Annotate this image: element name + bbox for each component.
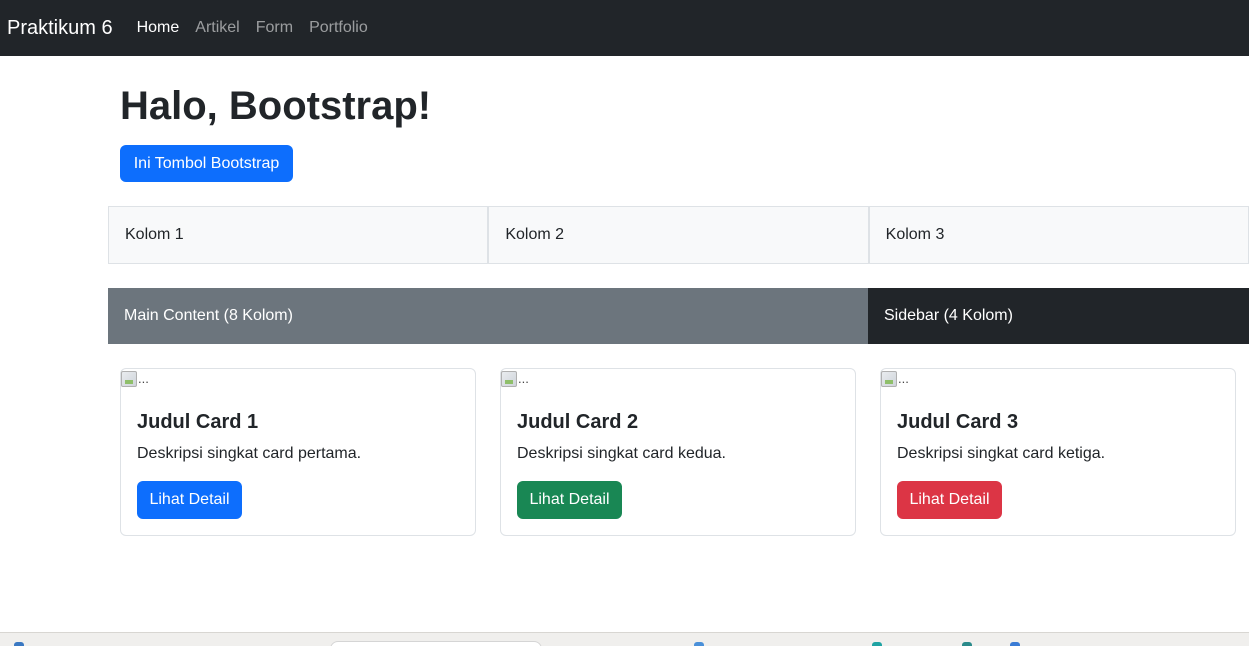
card-1: ... Judul Card 1 Deskripsi singkat card … <box>120 368 476 536</box>
card-text: Deskripsi singkat card pertama. <box>137 445 362 462</box>
column-1: Kolom 1 <box>108 206 489 264</box>
card-3: ... Judul Card 3 Deskripsi singkat card … <box>880 368 1236 536</box>
broken-image-icon <box>501 371 517 387</box>
taskbar-app-icon[interactable] <box>694 642 704 646</box>
card-image-broken: ... <box>121 369 149 389</box>
card-text: Deskripsi singkat card kedua. <box>517 445 726 462</box>
page-title: Halo, Bootstrap! <box>120 84 432 128</box>
card-2: ... Judul Card 2 Deskripsi singkat card … <box>500 368 856 536</box>
nav-link-portfolio[interactable]: Portfolio <box>309 19 368 37</box>
card-row: ... Judul Card 1 Deskripsi singkat card … <box>120 368 1236 536</box>
nav-link-form[interactable]: Form <box>256 19 293 37</box>
sidebar-block: Sidebar (4 Kolom) <box>868 288 1249 344</box>
taskbar-app-icon[interactable] <box>962 642 972 646</box>
nav-link-artikel[interactable]: Artikel <box>195 19 239 37</box>
taskbar-weather-icon[interactable] <box>14 642 24 646</box>
card-image-broken: ... <box>881 369 909 389</box>
card-2-detail-button[interactable]: Lihat Detail <box>517 481 622 519</box>
broken-image-icon <box>121 371 137 387</box>
nav-link-home[interactable]: Home <box>137 19 180 37</box>
card-1-detail-button[interactable]: Lihat Detail <box>137 481 242 519</box>
card-title: Judul Card 1 <box>137 411 259 433</box>
taskbar-app-icon[interactable] <box>872 642 882 646</box>
card-3-detail-button[interactable]: Lihat Detail <box>897 481 1002 519</box>
taskbar-search-box[interactable] <box>330 641 542 646</box>
card-image-alt: ... <box>898 371 909 386</box>
card-image-broken: ... <box>501 369 529 389</box>
card-title: Judul Card 2 <box>517 411 639 433</box>
broken-image-icon <box>881 371 897 387</box>
column-2: Kolom 2 <box>488 206 869 264</box>
main-content-block: Main Content (8 Kolom) <box>108 288 868 344</box>
three-column-row: Kolom 1 Kolom 2 Kolom 3 <box>108 206 1249 264</box>
card-image-alt: ... <box>518 371 529 386</box>
top-navbar: Praktikum 6 Home Artikel Form Portfolio <box>0 0 1249 56</box>
navbar-brand[interactable]: Praktikum 6 <box>7 17 113 40</box>
content-sidebar-row: Main Content (8 Kolom) Sidebar (4 Kolom) <box>108 288 1249 344</box>
bootstrap-button[interactable]: Ini Tombol Bootstrap <box>120 145 293 182</box>
card-title: Judul Card 3 <box>897 411 1019 433</box>
column-3: Kolom 3 <box>868 206 1249 264</box>
card-text: Deskripsi singkat card ketiga. <box>897 445 1106 462</box>
taskbar-app-icon[interactable] <box>1010 642 1020 646</box>
card-image-alt: ... <box>138 371 149 386</box>
os-taskbar <box>0 632 1249 646</box>
